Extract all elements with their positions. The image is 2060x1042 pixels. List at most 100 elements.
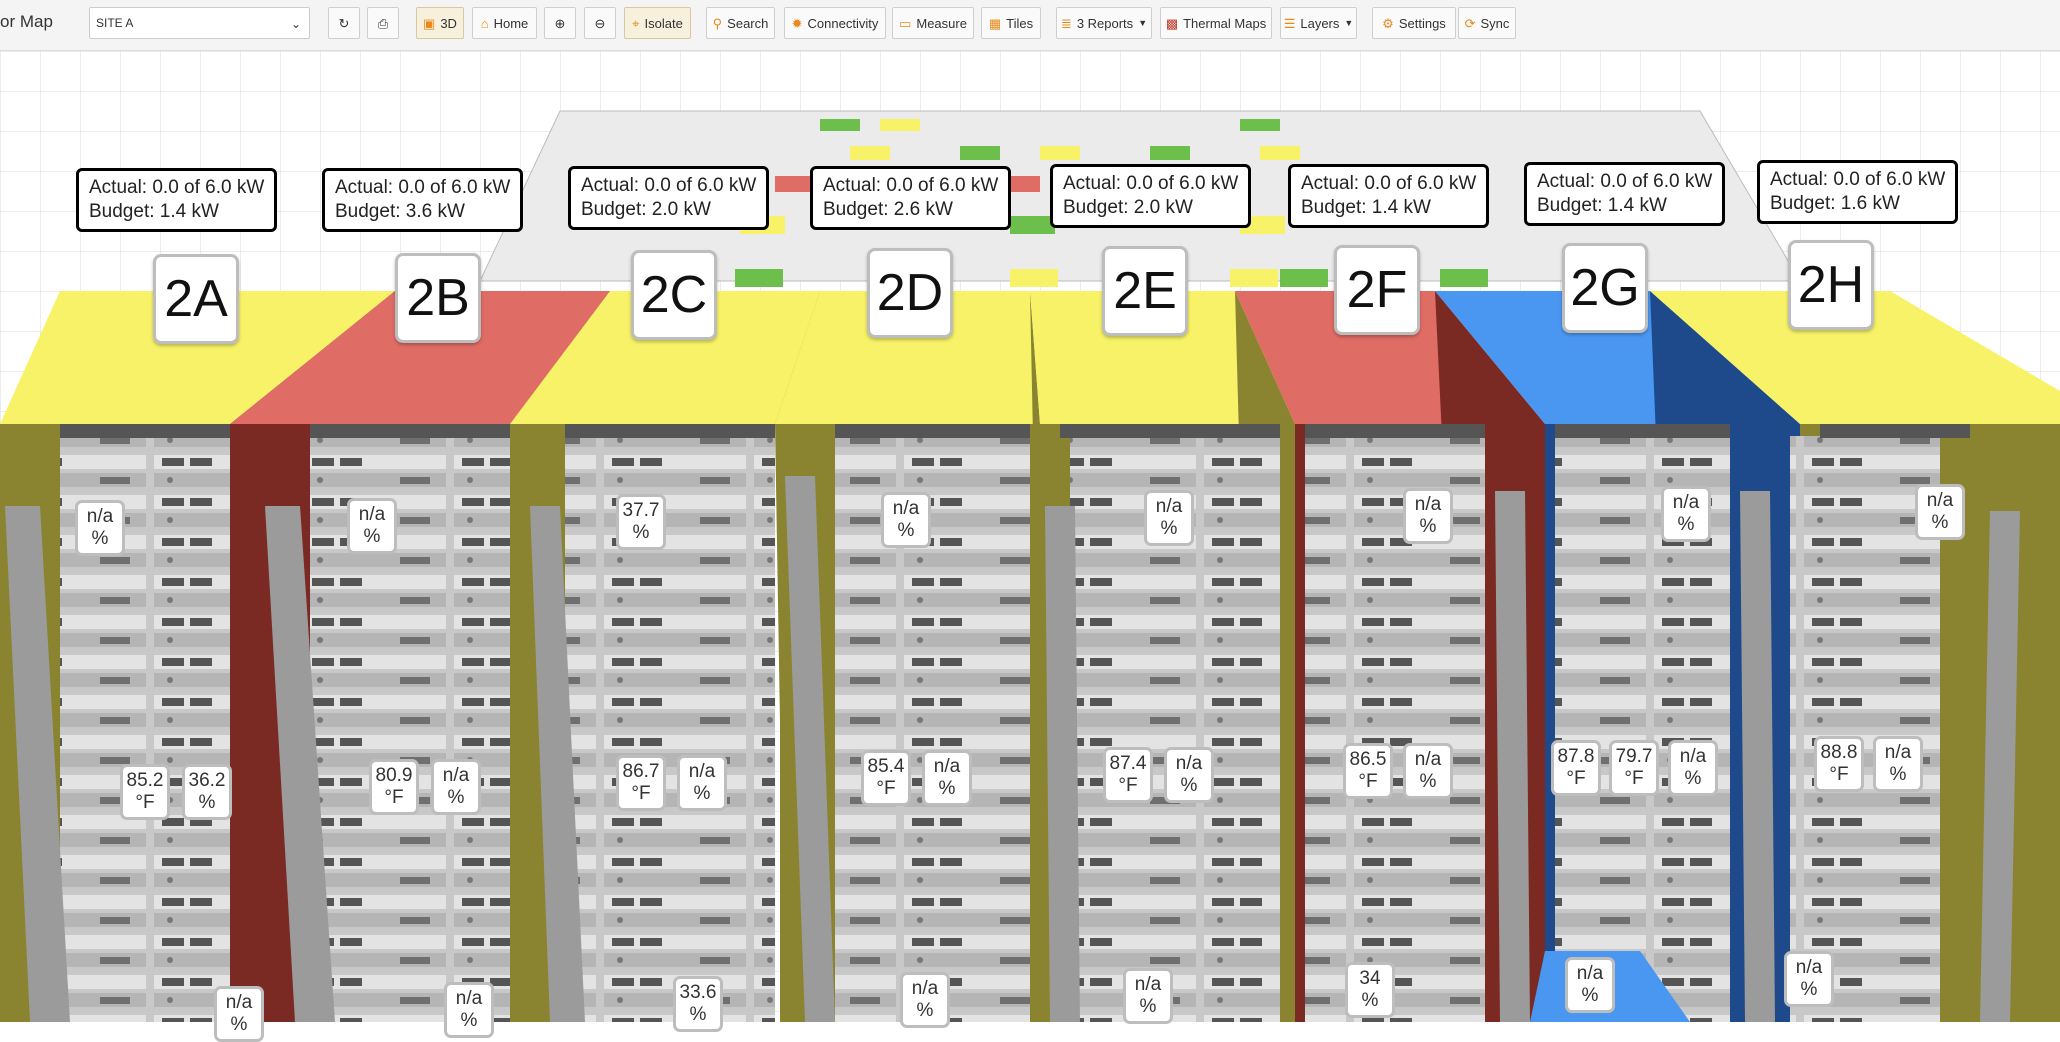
- sensor-unit: °F: [876, 778, 896, 799]
- rack-2a-temperature-badge[interactable]: 85.2 °F: [120, 764, 170, 820]
- caret-down-icon: ▼: [1344, 18, 1354, 28]
- reports-dropdown[interactable]: ≣ 3 Reports ▼: [1056, 7, 1152, 39]
- tiles-button[interactable]: ▦ Tiles: [981, 7, 1041, 39]
- zoom-in-button[interactable]: ⊕: [544, 7, 576, 39]
- rack-2d-top-sensor-badge[interactable]: n/a%: [881, 492, 931, 548]
- sensor-value: n/a: [225, 992, 253, 1013]
- sensor-unit: °F: [1829, 764, 1849, 785]
- rack-2g-bottom-sensor-badge[interactable]: n/a%: [1565, 957, 1615, 1013]
- print-button[interactable]: ⎙: [367, 7, 399, 39]
- rack-2h-power-label: Actual: 0.0 of 6.0 kW Budget: 1.6 kW: [1757, 160, 1959, 224]
- rack-2a-bottom-sensor-badge[interactable]: n/a%: [214, 986, 264, 1042]
- site-select[interactable]: SITE A ⌄: [89, 7, 310, 39]
- rack-2d-bottom-sensor-badge[interactable]: n/a%: [900, 972, 950, 1028]
- connectivity-label: Connectivity: [807, 15, 879, 31]
- rack-2f-top-sensor-badge[interactable]: n/a%: [1403, 488, 1453, 544]
- sensor-unit: %: [916, 1000, 934, 1021]
- measure-label: Measure: [916, 15, 967, 31]
- rack-2g-humidity-badge[interactable]: n/a%: [1668, 740, 1718, 796]
- rack-2e-bottom-sensor-badge[interactable]: n/a%: [1123, 968, 1173, 1024]
- printer-icon: ⎙: [377, 15, 389, 31]
- rack-2a-top-sensor-badge[interactable]: n/a%: [75, 500, 125, 556]
- search-label: Search: [727, 15, 769, 31]
- home-button[interactable]: ⌂ Home: [472, 7, 537, 39]
- rack-2c-temperature-badge[interactable]: 86.7 °F: [616, 755, 666, 811]
- 3d-scene: [0, 51, 2060, 1022]
- rack-2e-temperature-badge[interactable]: 87.4 °F: [1103, 747, 1153, 803]
- rack-2b-humidity-badge[interactable]: n/a%: [431, 759, 481, 815]
- rack-2b-bottom-sensor-badge[interactable]: n/a%: [444, 982, 494, 1038]
- sensor-value: n/a: [1672, 492, 1700, 513]
- rack-top-switches: [60, 424, 1970, 438]
- sensor-unit: %: [1677, 514, 1695, 535]
- sensor-value: 80.9: [375, 765, 413, 786]
- search-button[interactable]: ⚲ Search: [706, 7, 775, 39]
- sensor-value: 86.7: [622, 761, 660, 782]
- settings-button[interactable]: ⚙ Settings: [1372, 7, 1456, 39]
- isolate-button[interactable]: ⌖ Isolate: [624, 7, 691, 39]
- sensor-unit: °F: [1566, 768, 1586, 789]
- rack-tag-2d[interactable]: 2D: [867, 248, 953, 338]
- rack-2c-bottom-sensor-badge[interactable]: 33.6%: [673, 976, 723, 1032]
- rack-tag-2c[interactable]: 2C: [631, 250, 717, 340]
- sensor-value: n/a: [1414, 749, 1442, 770]
- rack-2a-humidity-badge[interactable]: 36.2%: [182, 764, 232, 820]
- rack-2g-temperature-badge-2[interactable]: 79.7 °F: [1609, 740, 1659, 796]
- budget-power: Budget: 1.4 kW: [1301, 197, 1431, 218]
- sensor-value: n/a: [1884, 742, 1912, 763]
- isolate-icon: ⌖: [632, 15, 640, 31]
- rack-tag-2g[interactable]: 2G: [1562, 243, 1648, 333]
- rack-2c-humidity-badge[interactable]: n/a%: [677, 755, 727, 811]
- actual-power: Actual: 0.0 of 6.0 kW: [1770, 169, 1946, 190]
- 3d-viewport[interactable]: [0, 51, 2060, 1022]
- rack-2e-humidity-badge[interactable]: n/a%: [1164, 747, 1214, 803]
- ruler-icon: ▭: [899, 15, 912, 31]
- rack-2f-humidity-badge[interactable]: n/a%: [1403, 743, 1453, 799]
- measure-button[interactable]: ▭ Measure: [892, 7, 974, 39]
- actual-power: Actual: 0.0 of 6.0 kW: [89, 177, 265, 198]
- rack-tag-2a[interactable]: 2A: [153, 254, 239, 344]
- rack-2h-temperature-badge[interactable]: 88.8 °F: [1814, 736, 1864, 792]
- rack-2h-bottom-sensor-badge[interactable]: n/a%: [1784, 951, 1834, 1007]
- rack-2c-top-sensor-badge[interactable]: 37.7%: [616, 494, 666, 550]
- rack-2f-bottom-sensor-badge[interactable]: 34%: [1345, 962, 1395, 1018]
- actual-power: Actual: 0.0 of 6.0 kW: [823, 175, 999, 196]
- rack-tag-2e[interactable]: 2E: [1102, 246, 1188, 336]
- sensor-unit: %: [1889, 764, 1907, 785]
- sync-label: Sync: [1480, 15, 1510, 31]
- budget-power: Budget: 2.6 kW: [823, 199, 953, 220]
- rack-2h-top-sensor-badge[interactable]: n/a%: [1915, 484, 1965, 540]
- rack-2d-temperature-badge[interactable]: 85.4 °F: [861, 750, 911, 806]
- zoom-out-button[interactable]: ⊖: [584, 7, 616, 39]
- rack-2e-top-sensor-badge[interactable]: n/a%: [1144, 490, 1194, 546]
- sensor-unit: %: [1419, 516, 1437, 537]
- thermal-maps-button[interactable]: ▩ Thermal Maps: [1160, 7, 1272, 39]
- sensor-unit: %: [460, 1010, 478, 1031]
- view-3d-button[interactable]: ▣ 3D: [416, 7, 464, 39]
- layers-dropdown[interactable]: ☰ Layers ▼: [1280, 7, 1357, 39]
- rack-2h-humidity-badge[interactable]: n/a%: [1873, 736, 1923, 792]
- refresh-button[interactable]: ↻: [328, 7, 360, 39]
- rack-tag-2h[interactable]: 2H: [1788, 240, 1874, 330]
- settings-label: Settings: [1398, 15, 1446, 31]
- gear-icon: ⚙: [1382, 15, 1394, 31]
- layers-label: Layers: [1300, 15, 1340, 31]
- sensor-value: n/a: [1679, 746, 1707, 767]
- rack-2f-temperature-badge[interactable]: 86.5 °F: [1343, 743, 1393, 799]
- sensor-unit: %: [363, 526, 381, 547]
- rack-2b-top-sensor-badge[interactable]: n/a%: [347, 498, 397, 554]
- rack-tag-2b[interactable]: 2B: [395, 253, 481, 343]
- rack-2d-humidity-badge[interactable]: n/a%: [922, 750, 972, 806]
- sync-button[interactable]: ⟳ Sync: [1458, 7, 1516, 39]
- rack-2d-power-label: Actual: 0.0 of 6.0 kW Budget: 2.6 kW: [810, 166, 1012, 230]
- rack-2g-temperature-badge[interactable]: 87.8 °F: [1551, 740, 1601, 796]
- rack-tag-2f[interactable]: 2F: [1334, 245, 1420, 335]
- isolate-label: Isolate: [644, 15, 683, 31]
- sensor-value: 33.6: [679, 982, 717, 1003]
- rack-2g-top-sensor-badge[interactable]: n/a%: [1661, 486, 1711, 542]
- sensor-value: n/a: [933, 756, 961, 777]
- connectivity-button[interactable]: ✹ Connectivity: [784, 7, 886, 39]
- rack-2b-temperature-badge[interactable]: 80.9 °F: [369, 759, 419, 815]
- app-title: or Map: [0, 12, 53, 31]
- sensor-unit: %: [632, 522, 650, 543]
